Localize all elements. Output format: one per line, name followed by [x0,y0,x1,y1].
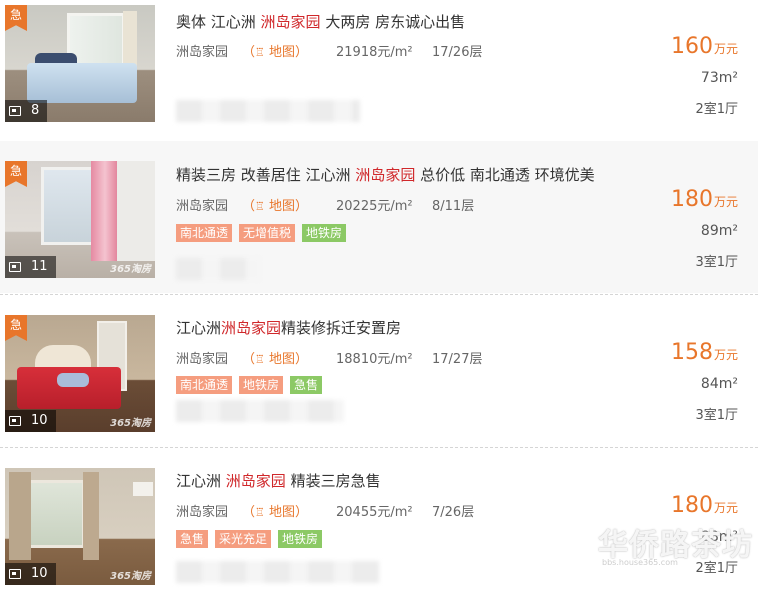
unit-price: 21918元/m² [336,45,413,60]
tag: 地铁房 [278,530,323,548]
map-label: 地图 [269,199,296,214]
photo-count-badge: 11 [5,256,56,278]
map-pin-icon: ♖ [255,46,265,59]
room-layout: 3室1厅 [695,408,738,423]
photo-count: 11 [31,259,48,274]
total-price: 180万元 [671,187,738,212]
price-value: 160 [670,34,713,59]
title-text: 奥体 江心洲 [176,13,261,31]
listing-thumbnail[interactable]: 急 10 365淘房 [5,315,155,432]
title-text: 精装三房急售 [285,472,381,490]
thumbnail-watermark: 365淘房 [110,418,151,429]
title-keyword: 洲岛家园 [221,319,282,337]
floor-info: 7/26层 [432,505,475,520]
community-name[interactable]: 洲岛家园 [176,41,228,60]
map-link[interactable]: （♖ 地图） [242,41,308,60]
photo-count: 10 [31,413,48,428]
divider [0,294,758,295]
room-layout: 2室1厅 [695,102,738,117]
floor-info: 8/11层 [432,199,475,214]
title-text: 江心洲 [176,319,222,337]
photos-icon [9,106,21,116]
photos-icon [9,416,21,426]
listing-card[interactable]: 急 10 365淘房 江心洲洲岛家园精装修拆迁安置房 洲岛家园 （♖ 地图） 1… [0,296,758,446]
map-pin-icon: ♖ [255,200,265,213]
tag: 急售 [176,530,209,548]
photos-icon [9,569,21,579]
photo-count: 8 [31,103,40,118]
map-pin-icon: ♖ [255,353,265,366]
title-text: 精装修拆迁安置房 [281,319,402,337]
price-unit: 万元 [713,42,738,56]
tag: 地铁房 [239,376,284,394]
site-watermark-url: bbs.house365.com [602,558,678,567]
listing-thumbnail[interactable]: 10 365淘房 [5,468,155,585]
unit-price: 20455元/m² [336,505,413,520]
redacted-info [176,258,260,280]
photo-count-badge: 10 [5,410,56,432]
community-name[interactable]: 洲岛家园 [176,195,228,214]
title-keyword: 洲岛家园 [260,13,321,31]
floor-info: 17/27层 [432,352,483,367]
map-label: 地图 [269,505,296,520]
room-layout: 3室1厅 [695,255,738,270]
community-name[interactable]: 洲岛家园 [176,348,228,367]
title-text: 总价低 南北通透 环境优美 [415,166,595,184]
title-keyword: 洲岛家园 [355,166,416,184]
listing-title[interactable]: 江心洲洲岛家园精装修拆迁安置房 [176,317,401,338]
tag: 南北通透 [176,224,233,242]
price-unit: 万元 [713,501,738,515]
title-text: 精装三房 改善居住 江心洲 [176,166,356,184]
map-link[interactable]: （♖ 地图） [242,501,308,520]
unit-price: 20225元/m² [336,199,413,214]
redacted-info [176,100,360,122]
title-keyword: 洲岛家园 [225,472,286,490]
divider [0,447,758,448]
total-price: 158万元 [671,340,738,365]
photo-count-badge: 10 [5,563,56,585]
redacted-info [176,400,344,422]
map-link[interactable]: （♖ 地图） [242,348,308,367]
price-value: 180 [670,187,713,212]
total-price: 180万元 [671,493,738,518]
listing-card[interactable]: 急 11 365淘房 精装三房 改善居住 江心洲 洲岛家园 总价低 南北通透 环… [0,141,758,293]
feature-tags: 急售 采光充足 地铁房 [176,530,323,548]
title-text: 大两房 房东诚心出售 [320,13,466,31]
map-label: 地图 [269,352,296,367]
price-unit: 万元 [713,195,738,209]
thumbnail-watermark: 365淘房 [110,571,151,582]
map-link[interactable]: （♖ 地图） [242,195,308,214]
floor-area: 73m² [700,70,738,86]
tag: 南北通透 [176,376,233,394]
listing-thumbnail[interactable]: 急 11 365淘房 [5,161,155,278]
photo-count: 10 [31,566,48,581]
floor-area: 84m² [700,376,738,392]
tag: 地铁房 [302,224,347,242]
listing-card[interactable]: 急 8 奥体 江心洲 洲岛家园 大两房 房东诚心出售 洲岛家园 （♖ 地图） 2… [0,0,758,140]
photos-icon [9,262,21,272]
listing-title[interactable]: 奥体 江心洲 洲岛家园 大两房 房东诚心出售 [176,11,465,32]
price-value: 180 [670,493,713,518]
listing-thumbnail[interactable]: 急 8 [5,5,155,122]
feature-tags: 南北通透 无增值税 地铁房 [176,224,347,242]
tag: 采光充足 [215,530,272,548]
map-pin-icon: ♖ [255,506,265,519]
total-price: 160万元 [671,34,738,59]
price-unit: 万元 [713,348,738,362]
price-value: 158 [670,340,713,365]
title-text: 江心洲 [176,472,226,490]
feature-tags: 南北通透 地铁房 急售 [176,376,323,394]
thumbnail-watermark: 365淘房 [110,264,151,275]
map-label: 地图 [269,45,296,60]
listing-title[interactable]: 精装三房 改善居住 江心洲 洲岛家园 总价低 南北通透 环境优美 [176,164,595,185]
floor-info: 17/26层 [432,45,483,60]
tag: 急售 [290,376,323,394]
redacted-info [176,561,380,583]
tag: 无增值税 [239,224,296,242]
photo-count-badge: 8 [5,100,48,122]
community-name[interactable]: 洲岛家园 [176,501,228,520]
floor-area: 89m² [700,223,738,239]
unit-price: 18810元/m² [336,352,413,367]
listing-title[interactable]: 江心洲 洲岛家园 精装三房急售 [176,470,381,491]
